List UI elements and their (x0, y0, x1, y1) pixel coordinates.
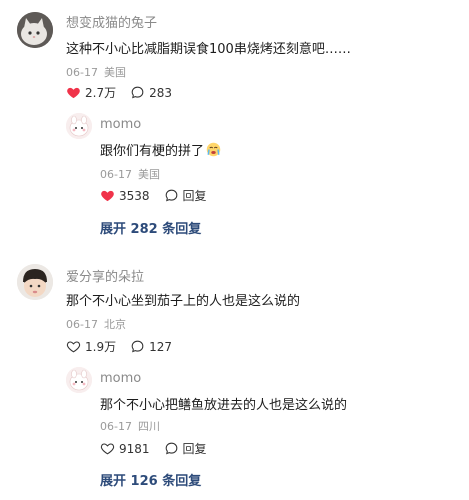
heart-outline-icon (66, 341, 81, 353)
comment-meta: 06-17 美国 (66, 64, 132, 80)
bunny-avatar-icon (66, 367, 92, 393)
reply-like-count: 9181 (119, 441, 150, 456)
reply-date: 06-17 (100, 420, 132, 433)
baby-avatar-icon (17, 264, 53, 300)
reply-text: 那个不小心把鳝鱼放进去的人也是这么说的 (100, 398, 348, 413)
expand-replies-link[interactable]: 展开 282 条回复 (100, 218, 201, 237)
like-count: 1.9万 (85, 340, 117, 354)
reply-button[interactable]: 回复 (164, 187, 207, 204)
comment-username[interactable]: 想变成猫的兔子 (66, 12, 157, 31)
heart-filled-icon (67, 87, 80, 99)
bunny-avatar-icon (66, 113, 92, 139)
comment-actions: 1.9万 127 (66, 338, 186, 355)
comment-location: 美国 (103, 66, 126, 79)
reply-date: 06-17 (100, 168, 132, 181)
reply-avatar[interactable] (66, 113, 92, 139)
comment-item: 爱分享的朵拉 那个不小心坐到茄子上的人也是这么说的 06-17 北京 1.9万 1… (0, 252, 469, 500)
avatar[interactable] (17, 264, 53, 300)
like-button[interactable]: 1.9万 (66, 338, 116, 355)
reply-like-count: 3538 (119, 188, 150, 203)
heart-outline-icon (100, 443, 115, 455)
comment-date: 06-17 (66, 318, 98, 331)
comment-location: 北京 (103, 318, 126, 331)
comment-date: 06-17 (66, 66, 98, 79)
reply-location: 美国 (137, 168, 160, 181)
reply-like-button[interactable]: 9181 (100, 441, 150, 456)
reply-username[interactable]: momo (100, 371, 141, 386)
reply-location: 四川 (137, 420, 160, 433)
reply-count-button[interactable]: 283 (130, 85, 172, 100)
reply-username[interactable]: momo (100, 117, 141, 132)
chat-bubble-icon (165, 189, 177, 202)
comment-actions: 2.7万 283 (66, 84, 186, 101)
reply-actions: 3538 回复 (100, 187, 221, 204)
avatar[interactable] (17, 12, 53, 48)
reply-count: 283 (149, 85, 172, 100)
chat-bubble-icon (131, 340, 144, 353)
reply-avatar[interactable] (66, 367, 92, 393)
comment-text: 那个不小心坐到茄子上的人也是这么说的 (66, 294, 301, 309)
like-count: 2.7万 (85, 86, 117, 100)
chat-bubble-icon (165, 442, 177, 455)
reply-count-button[interactable]: 127 (130, 339, 172, 354)
reply-count: 127 (149, 339, 172, 354)
comment-item: 想变成猫的兔子 这种不小心比减脂期误食100串烧烤还刻意吧…… 06-17 美国 … (0, 0, 469, 250)
like-button[interactable]: 2.7万 (66, 84, 116, 101)
cat-avatar-icon (17, 12, 53, 48)
crying-face-emoji-icon (206, 142, 221, 161)
expand-replies-link[interactable]: 展开 126 条回复 (100, 470, 201, 489)
comment-text: 这种不小心比减脂期误食100串烧烤还刻意吧…… (66, 42, 351, 57)
reply-button[interactable]: 回复 (164, 440, 207, 457)
reply-like-button[interactable]: 3538 (100, 188, 150, 203)
reply-button-label: 回复 (182, 442, 207, 456)
reply-button-label: 回复 (182, 189, 207, 203)
reply-text: 跟你们有梗的拼了 (100, 144, 205, 159)
reply-text-row: 跟你们有梗的拼了 (100, 140, 221, 161)
comment-username[interactable]: 爱分享的朵拉 (66, 266, 144, 285)
comment-meta: 06-17 北京 (66, 316, 132, 332)
heart-filled-icon (101, 190, 114, 202)
reply-meta: 06-17 四川 (100, 418, 166, 434)
reply-actions: 9181 回复 (100, 440, 221, 457)
chat-bubble-icon (131, 86, 144, 99)
reply-meta: 06-17 美国 (100, 166, 166, 182)
